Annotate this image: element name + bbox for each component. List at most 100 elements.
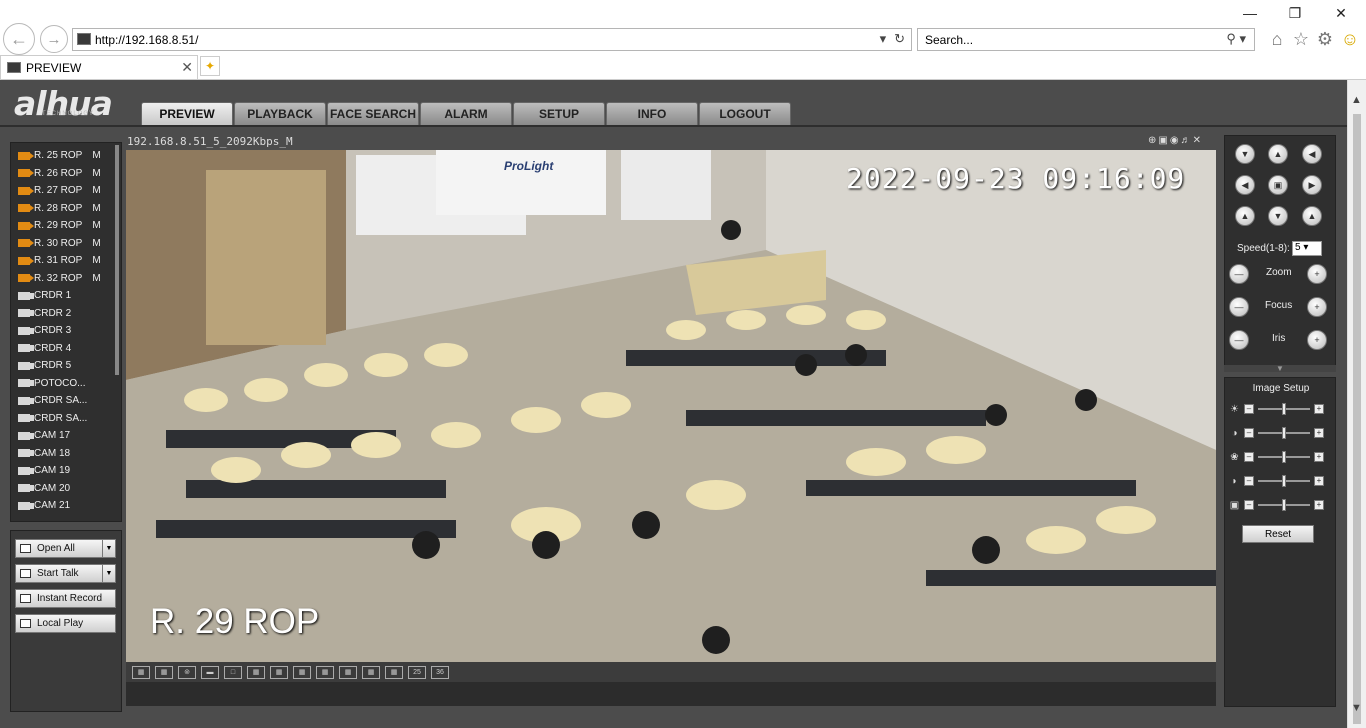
camera-item[interactable]: R. 30 ROP M <box>18 235 101 252</box>
ptz-center-icon[interactable]: ▣ <box>1268 175 1288 195</box>
camera-item[interactable]: POTOCO... <box>18 375 86 392</box>
ptz-left-icon[interactable]: ◀ <box>1235 175 1255 195</box>
ptz-down-right-icon[interactable]: ▲ <box>1302 206 1322 226</box>
layout-button[interactable]: □ <box>224 665 242 679</box>
tab-info[interactable]: INFO <box>606 102 698 125</box>
camera-item[interactable]: R. 27 ROP M <box>18 182 101 199</box>
dropdown-icon[interactable]: ▾ <box>880 31 887 47</box>
slider-plus-button[interactable]: + <box>1314 452 1324 462</box>
slider-track[interactable] <box>1258 403 1310 415</box>
favorites-star-icon[interactable]: ☆ <box>1291 29 1311 49</box>
slider-plus-button[interactable]: + <box>1314 404 1324 414</box>
close-window-icon[interactable]: ✕ <box>1331 5 1351 21</box>
camera-item[interactable]: CAM 17 <box>18 427 70 444</box>
ptz-up-left-icon[interactable]: ▼ <box>1235 144 1255 164</box>
camera-list-scrollbar[interactable] <box>115 145 119 375</box>
camera-item[interactable]: R. 26 ROP M <box>18 165 101 182</box>
slider-thumb[interactable] <box>1282 451 1286 463</box>
camera-item[interactable]: CRDR 4 <box>18 340 71 357</box>
camera-item[interactable]: CRDR 2 <box>18 305 71 322</box>
ptz-right-icon[interactable]: ▶ <box>1302 175 1322 195</box>
camera-item[interactable]: R. 31 ROP M <box>18 252 101 269</box>
tab-face-search[interactable]: FACE SEARCH <box>327 102 419 125</box>
slider-minus-button[interactable]: – <box>1244 476 1254 486</box>
live-video[interactable]: ProLight 2022-09-23 09:16:09 R. 29 ROP <box>126 150 1216 662</box>
tab-preview[interactable]: PREVIEW <box>141 102 233 125</box>
layout-button[interactable]: 25 <box>408 665 426 679</box>
layout-button[interactable]: 36 <box>431 665 449 679</box>
slider-track[interactable] <box>1258 499 1310 511</box>
slider-track[interactable] <box>1258 451 1310 463</box>
focus-plus-icon[interactable]: + <box>1307 297 1327 317</box>
zoom-in-icon[interactable]: + <box>1307 264 1327 284</box>
slider-minus-button[interactable]: – <box>1244 404 1254 414</box>
camera-item[interactable]: CRDR SA... <box>18 392 87 409</box>
slider-plus-button[interactable]: + <box>1314 476 1324 486</box>
slider-thumb[interactable] <box>1282 403 1286 415</box>
layout-button[interactable]: ▦ <box>293 665 311 679</box>
minimize-icon[interactable]: — <box>1240 5 1260 21</box>
layout-button[interactable]: ▦ <box>316 665 334 679</box>
iris-minus-icon[interactable]: — <box>1229 330 1249 350</box>
camera-item[interactable]: CRDR 3 <box>18 322 71 339</box>
layout-button[interactable]: ▦ <box>339 665 357 679</box>
ptz-collapse-icon[interactable]: ▼ <box>1224 365 1336 373</box>
camera-item[interactable]: R. 25 ROP M <box>18 147 101 164</box>
open-all-dropdown[interactable]: ▼ <box>102 539 116 558</box>
settings-gear-icon[interactable]: ⚙ <box>1315 29 1335 49</box>
slider-thumb[interactable] <box>1282 475 1286 487</box>
layout-button[interactable]: ⊚ <box>178 665 196 679</box>
refresh-icon[interactable]: ↻ <box>894 31 905 47</box>
search-icon[interactable]: ⚲ ▾ <box>1226 31 1246 47</box>
reset-button[interactable]: Reset <box>1242 525 1314 543</box>
tab-logout[interactable]: LOGOUT <box>699 102 791 125</box>
layout-button[interactable]: ▦ <box>132 665 150 679</box>
layout-button[interactable]: ▦ <box>247 665 265 679</box>
address-bar[interactable]: http://192.168.8.51/ ▾ ↻ <box>72 28 912 51</box>
slider-plus-button[interactable]: + <box>1314 500 1324 510</box>
tab-alarm[interactable]: ALARM <box>420 102 512 125</box>
camera-item[interactable]: CRDR 1 <box>18 287 71 304</box>
camera-item[interactable]: CRDR SA... <box>18 410 87 427</box>
tab-close-icon[interactable]: ✕ <box>181 59 193 76</box>
slider-minus-button[interactable]: – <box>1244 428 1254 438</box>
ptz-up-icon[interactable]: ▲ <box>1268 144 1288 164</box>
speed-select[interactable]: 5 ▾ <box>1292 241 1322 256</box>
camera-item[interactable]: CAM 21 <box>18 497 70 514</box>
layout-button[interactable]: ▬ <box>201 665 219 679</box>
audio-icon[interactable]: ♬ <box>1181 135 1191 146</box>
local-play-button[interactable]: Local Play <box>15 614 116 633</box>
layout-button[interactable]: ▦ <box>270 665 288 679</box>
tab-setup[interactable]: SETUP <box>513 102 605 125</box>
camera-icon[interactable]: ◉ <box>1170 135 1179 146</box>
camera-item[interactable]: CRDR 5 <box>18 357 71 374</box>
restore-icon[interactable]: ❐ <box>1285 5 1305 21</box>
scroll-thumb[interactable] <box>1353 114 1361 724</box>
zoom-out-icon[interactable]: — <box>1229 264 1249 284</box>
ptz-down-left-icon[interactable]: ▲ <box>1235 206 1255 226</box>
search-input[interactable]: Search... ⚲ ▾ <box>917 28 1255 51</box>
tab-playback[interactable]: PLAYBACK <box>234 102 326 125</box>
iris-plus-icon[interactable]: + <box>1307 330 1327 350</box>
new-tab-button[interactable]: ✦ <box>200 56 220 76</box>
snapshot-icon[interactable]: ▣ <box>1158 135 1167 146</box>
browser-tab[interactable]: PREVIEW ✕ <box>0 55 198 79</box>
slider-minus-button[interactable]: – <box>1244 500 1254 510</box>
camera-item[interactable]: R. 32 ROP M <box>18 270 101 287</box>
smiley-feedback-icon[interactable]: ☺ <box>1340 29 1360 49</box>
start-talk-button[interactable]: Start Talk <box>15 564 116 583</box>
scroll-down-icon[interactable]: ▼ <box>1351 702 1362 714</box>
scroll-up-icon[interactable]: ▲ <box>1351 94 1362 106</box>
page-scrollbar[interactable]: ▲ ▼ <box>1347 80 1366 728</box>
layout-button[interactable]: ▦ <box>155 665 173 679</box>
layout-button[interactable]: ▦ <box>385 665 403 679</box>
start-talk-dropdown[interactable]: ▼ <box>102 564 116 583</box>
camera-item[interactable]: CAM 20 <box>18 480 70 497</box>
home-icon[interactable]: ⌂ <box>1267 29 1287 49</box>
slider-track[interactable] <box>1258 427 1310 439</box>
slider-minus-button[interactable]: – <box>1244 452 1254 462</box>
slider-track[interactable] <box>1258 475 1310 487</box>
open-all-button[interactable]: Open All <box>15 539 116 558</box>
back-button[interactable]: ← <box>3 23 35 55</box>
focus-minus-icon[interactable]: — <box>1229 297 1249 317</box>
